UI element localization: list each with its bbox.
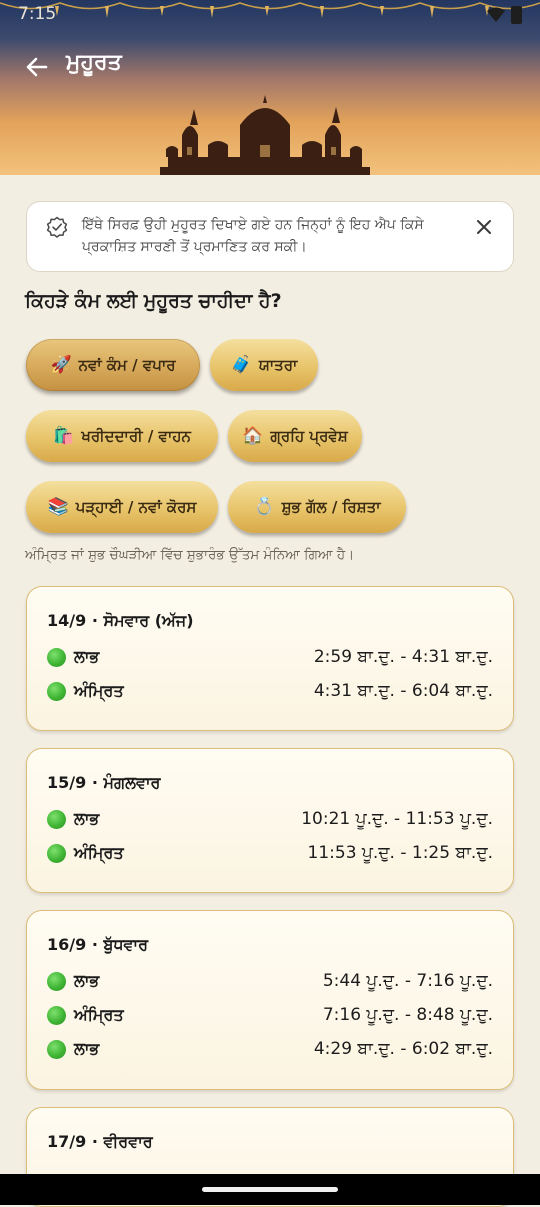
- close-icon[interactable]: [473, 216, 495, 238]
- chogadiya-note: ਅੰਮ੍ਰਿਤ ਜਾਂ ਸ਼ੁਭ ਚੌਘੜੀਆ ਵਿੱਚ ਸ਼ੁਭਾਰੰਭ ਉੱ…: [25, 547, 355, 563]
- slot-name: ਅੰਮ੍ਰਿਤ: [74, 1005, 124, 1024]
- slot-name: ਅੰਮ੍ਰਿਤ: [74, 681, 124, 700]
- status-bar: 7:15: [0, 0, 540, 30]
- ring-icon: 💍: [253, 497, 275, 517]
- green-dot-icon: [47, 1005, 66, 1025]
- banner-text: ਇੱਥੇ ਸਿਰਫ਼ ਉਹੀ ਮੁਹੂਰਤ ਦਿਖਾਏ ਗਏ ਹਨ ਜਿਨ੍ਹਾ…: [82, 217, 424, 255]
- status-time: 7:15: [18, 4, 57, 24]
- arrow-left-icon: [26, 57, 48, 77]
- chip-auspicious-talk[interactable]: 💍 ਸ਼ੁਭ ਗੱਲ / ਰਿਸ਼ਤਾ: [228, 481, 406, 533]
- system-nav-bar: [0, 1174, 540, 1205]
- day-card: 15/9 · ਮੰਗਲਵਾਰ ਲਾਭ 10:21 ਪੂ.ਦੁ. - 11:53 …: [26, 748, 514, 893]
- card-date: 15/9 · ਮੰਗਲਵਾਰ: [47, 773, 161, 792]
- muhurat-slot: ਲਾਭ 10:21 ਪੂ.ਦੁ. - 11:53 ਪੂ.ਦੁ.: [47, 806, 493, 832]
- slot-time: 10:21 ਪੂ.ਦੁ. - 11:53 ਪੂ.ਦੁ.: [301, 809, 493, 829]
- battery-icon: [511, 6, 522, 24]
- slot-name: ਲਾਭ: [74, 809, 100, 828]
- rocket-icon: 🚀: [50, 355, 72, 375]
- slot-name: ਲਾਭ: [74, 971, 100, 990]
- green-dot-icon: [47, 1039, 66, 1059]
- home-indicator[interactable]: [202, 1187, 338, 1192]
- chip-label: ਸ਼ੁਭ ਗੱਲ / ਰਿਸ਼ਤਾ: [281, 498, 381, 516]
- wifi-icon: [487, 7, 505, 22]
- card-date: 14/9 · ਸੋਮਵਾਰ (ਅੱਜ): [47, 611, 194, 630]
- temple-icon: [160, 95, 370, 175]
- verification-banner: ਇੱਥੇ ਸਿਰਫ਼ ਉਹੀ ਮੁਹੂਰਤ ਦਿਖਾਏ ਗਏ ਹਨ ਜਿਨ੍ਹਾ…: [26, 201, 514, 272]
- slot-name: ਅੰਮ੍ਰਿਤ: [74, 843, 124, 862]
- day-card: 14/9 · ਸੋਮਵਾਰ (ਅੱਜ) ਲਾਭ 2:59 ਬਾ.ਦੁ. - 4:…: [26, 586, 514, 731]
- muhurat-slot: ਅੰਮ੍ਰਿਤ 7:16 ਪੂ.ਦੁ. - 8:48 ਪੂ.ਦੁ.: [47, 1002, 493, 1028]
- day-card: 16/9 · ਬੁੱਧਵਾਰ ਲਾਭ 5:44 ਪੂ.ਦੁ. - 7:16 ਪੂ…: [26, 910, 514, 1090]
- muhurat-slot: ਲਾਭ 4:29 ਬਾ.ਦੁ. - 6:02 ਬਾ.ਦੁ.: [47, 1036, 493, 1062]
- chip-housewarming[interactable]: 🏠 ਗ੍ਰਹਿ ਪ੍ਰਵੇਸ਼: [228, 410, 362, 462]
- slot-time: 11:53 ਪੂ.ਦੁ. - 1:25 ਬਾ.ਦੁ.: [307, 843, 493, 863]
- green-dot-icon: [47, 809, 66, 829]
- chip-label: ਪੜ੍ਹਾਈ / ਨਵਾਂ ਕੋਰਸ: [75, 498, 197, 516]
- chip-study[interactable]: 📚 ਪੜ੍ਹਾਈ / ਨਵਾਂ ਕੋਰਸ: [26, 481, 218, 533]
- slot-time: 5:44 ਪੂ.ਦੁ. - 7:16 ਪੂ.ਦੁ.: [322, 971, 493, 991]
- books-icon: 📚: [47, 497, 69, 517]
- luggage-icon: 🧳: [230, 355, 252, 375]
- chip-travel[interactable]: 🧳 ਯਾਤਰਾ: [210, 339, 318, 391]
- chip-shopping[interactable]: 🛍️ ਖਰੀਦਦਾਰੀ / ਵਾਹਨ: [26, 410, 218, 462]
- section-heading: ਕਿਹੜੇ ਕੰਮ ਲਈ ਮੁਹੂਰਤ ਚਾਹੀਦਾ ਹੈ?: [25, 290, 282, 312]
- card-date: 16/9 · ਬੁੱਧਵਾਰ: [47, 935, 149, 954]
- muhurat-slot: ਅੰਮ੍ਰਿਤ 11:53 ਪੂ.ਦੁ. - 1:25 ਬਾ.ਦੁ.: [47, 840, 493, 866]
- page-title: ਮੁਹੂਰਤ: [66, 50, 122, 75]
- green-dot-icon: [47, 843, 66, 863]
- slot-time: 2:59 ਬਾ.ਦੁ. - 4:31 ਬਾ.ਦੁ.: [313, 647, 493, 667]
- slot-name: ਲਾਭ: [74, 647, 100, 666]
- verified-badge-icon: [46, 216, 68, 238]
- chip-label: ਗ੍ਰਹਿ ਪ੍ਰਵੇਸ਼: [270, 427, 348, 445]
- chip-label: ਨਵਾਂ ਕੰਮ / ਵਪਾਰ: [78, 356, 176, 374]
- slot-time: 7:16 ਪੂ.ਦੁ. - 8:48 ਪੂ.ਦੁ.: [322, 1005, 493, 1025]
- chip-label: ਖਰੀਦਦਾਰੀ / ਵਾਹਨ: [81, 427, 191, 445]
- back-button[interactable]: [20, 50, 54, 84]
- green-dot-icon: [47, 647, 66, 667]
- house-icon: 🏠: [242, 426, 264, 446]
- header-banner: 7:15 ਮੁਹੂਰਤ: [0, 0, 540, 175]
- slot-time: 4:29 ਬਾ.ਦੁ. - 6:02 ਬਾ.ਦੁ.: [313, 1039, 493, 1059]
- green-dot-icon: [47, 681, 66, 701]
- slot-time: 4:31 ਬਾ.ਦੁ. - 6:04 ਬਾ.ਦੁ.: [313, 681, 493, 701]
- shopping-bag-icon: 🛍️: [53, 426, 75, 446]
- card-date: 17/9 · ਵੀਰਵਾਰ: [47, 1132, 153, 1151]
- chip-label: ਯਾਤਰਾ: [258, 356, 298, 374]
- chip-new-work[interactable]: 🚀 ਨਵਾਂ ਕੰਮ / ਵਪਾਰ: [26, 339, 200, 391]
- muhurat-slot: ਲਾਭ 2:59 ਬਾ.ਦੁ. - 4:31 ਬਾ.ਦੁ.: [47, 644, 493, 670]
- muhurat-slot: ਅੰਮ੍ਰਿਤ 4:31 ਬਾ.ਦੁ. - 6:04 ਬਾ.ਦੁ.: [47, 678, 493, 704]
- muhurat-slot: ਲਾਭ 5:44 ਪੂ.ਦੁ. - 7:16 ਪੂ.ਦੁ.: [47, 968, 493, 994]
- slot-name: ਲਾਭ: [74, 1039, 100, 1058]
- green-dot-icon: [47, 971, 66, 991]
